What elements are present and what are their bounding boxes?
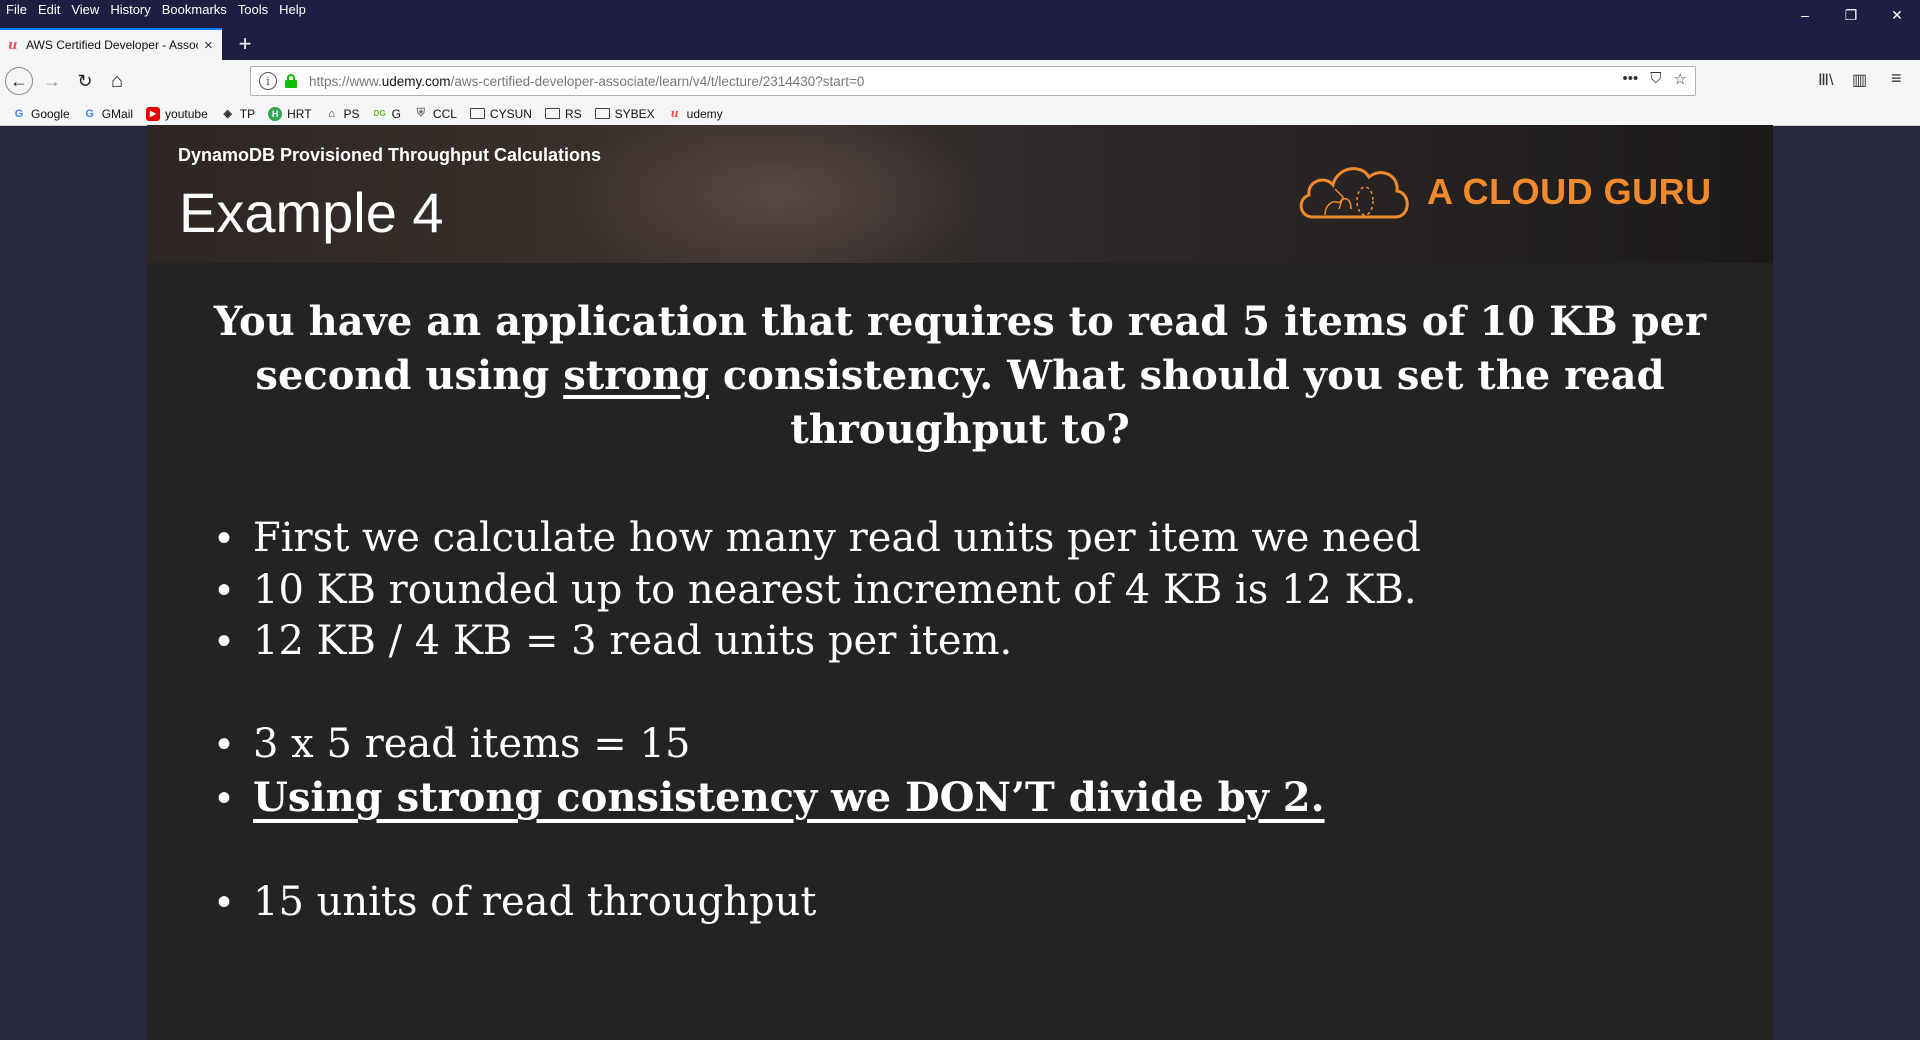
bookmark-ps[interactable]: ⌂ PS xyxy=(325,107,359,121)
bookmarks-toolbar: G Google G GMail ▶ youtube ◈ TP H HRT ⌂ PS DG G… xyxy=(0,102,1920,126)
folder-icon xyxy=(594,108,610,119)
url-text[interactable]: https://www.udemy.com/aws-certified-deve… xyxy=(309,74,864,89)
google-icon: G xyxy=(85,107,94,120)
udemy-favicon-icon: u xyxy=(8,37,18,53)
back-button[interactable]: ← xyxy=(5,67,33,95)
slide-question: You have an application that requires to… xyxy=(147,295,1773,457)
window-controls: – ❐ ✕ xyxy=(1782,0,1920,30)
menu-hamburger-icon[interactable]: ≡ xyxy=(1891,68,1902,89)
close-window-button[interactable]: ✕ xyxy=(1874,0,1920,30)
bullet-dot: • xyxy=(217,568,232,612)
restore-button[interactable]: ❐ xyxy=(1828,0,1874,30)
menu-history[interactable]: History xyxy=(110,2,150,17)
a-cloud-guru-logo: A CLOUD GURU xyxy=(1295,159,1712,225)
ps-icon: ⌂ xyxy=(328,107,335,120)
forward-button[interactable]: → xyxy=(38,67,66,95)
menu-help[interactable]: Help xyxy=(279,2,306,17)
bookmark-folder-cysun[interactable]: CYSUN xyxy=(469,107,532,121)
bullet-item: • 10 KB rounded up to nearest increment o… xyxy=(217,567,1417,613)
bookmark-star-icon[interactable]: ☆ xyxy=(1674,70,1687,88)
dg-icon: DG xyxy=(373,109,386,118)
video-player[interactable]: DynamoDB Provisioned Throughput Calculat… xyxy=(147,125,1773,1040)
question-strong-word: strong xyxy=(563,352,709,399)
navigation-toolbar: ← → ↻ ⌂ i https://www.udemy.com/aws-cert… xyxy=(0,60,1920,102)
folder-icon xyxy=(469,108,485,119)
bullet-item: • 12 KB / 4 KB = 3 read units per item. xyxy=(217,618,1013,664)
slide-header: DynamoDB Provisioned Throughput Calculat… xyxy=(147,125,1773,263)
hrt-icon: H xyxy=(268,106,283,121)
url-bar[interactable]: i https://www.udemy.com/aws-certified-de… xyxy=(250,66,1696,96)
minimize-button[interactable]: – xyxy=(1782,0,1828,30)
bookmark-hrt[interactable]: H HRT xyxy=(268,106,312,121)
menu-tools[interactable]: Tools xyxy=(238,2,268,17)
bullet-dot: • xyxy=(217,880,232,924)
bookmark-folder-sybex[interactable]: SYBEX xyxy=(594,107,655,121)
info-icon[interactable]: i xyxy=(259,72,277,90)
slide-subtitle: DynamoDB Provisioned Throughput Calculat… xyxy=(178,145,602,165)
bullet-item: • First we calculate how many read units … xyxy=(217,515,1421,561)
bullet-item: • 15 units of read throughput xyxy=(217,879,817,925)
tp-icon: ◈ xyxy=(223,108,232,120)
url-domain: udemy.com xyxy=(381,73,451,89)
menu-bookmarks[interactable]: Bookmarks xyxy=(162,2,227,17)
tab-strip: u AWS Certified Developer - Associate × … xyxy=(0,28,1920,60)
presenter-background xyxy=(567,125,987,263)
url-path: /aws-certified-developer-associate/learn… xyxy=(450,73,865,89)
menu-bar: File Edit View History Bookmarks Tools H… xyxy=(6,2,317,17)
bookmark-ccl[interactable]: ⛨ CCL xyxy=(414,107,457,121)
bullet-item: • 3 x 5 read items = 15 xyxy=(217,721,691,767)
bookmark-g[interactable]: DG G xyxy=(373,107,401,121)
library-icon[interactable]: Ⅲ\ xyxy=(1818,70,1833,90)
page-actions-icon[interactable]: ••• xyxy=(1623,70,1639,88)
bullet-dot: • xyxy=(217,516,232,560)
google-icon: G xyxy=(14,107,24,120)
sidebar-icon[interactable]: ▥ xyxy=(1852,70,1867,90)
url-prefix: https://www. xyxy=(309,73,382,89)
slide-title: Example 4 xyxy=(179,181,444,244)
reload-button[interactable]: ↻ xyxy=(71,67,99,95)
folder-icon xyxy=(544,108,560,119)
home-button[interactable]: ⌂ xyxy=(103,67,131,95)
menu-view[interactable]: View xyxy=(71,2,99,17)
menu-file[interactable]: File xyxy=(6,2,27,17)
youtube-icon: ▶ xyxy=(146,106,161,121)
bookmark-google[interactable]: G Google xyxy=(12,107,70,121)
question-text-end: consistency. What should you set the rea… xyxy=(709,352,1665,453)
logo-text: A CLOUD GURU xyxy=(1427,171,1712,212)
menu-edit[interactable]: Edit xyxy=(38,2,60,17)
bullet-dot: • xyxy=(217,776,232,820)
bookmark-youtube[interactable]: ▶ youtube xyxy=(146,106,208,121)
lock-icon[interactable] xyxy=(285,74,297,88)
tab-title: AWS Certified Developer - Associate xyxy=(26,38,198,52)
ccl-icon: ⛨ xyxy=(416,107,426,119)
new-tab-button[interactable]: + xyxy=(232,30,258,58)
pocket-icon[interactable]: ⛉ xyxy=(1650,70,1661,88)
bookmark-folder-rs[interactable]: RS xyxy=(544,107,582,121)
bullet-item-emphasis: • Using strong consistency we DON’T divid… xyxy=(217,774,1325,821)
cloud-logo-icon xyxy=(1299,167,1409,219)
udemy-icon: u xyxy=(670,107,679,120)
tab-active[interactable]: u AWS Certified Developer - Associate × xyxy=(0,28,222,60)
url-actions: ••• ⛉ ☆ xyxy=(1623,70,1687,88)
tab-close-icon[interactable]: × xyxy=(204,37,213,54)
bookmark-tp[interactable]: ◈ TP xyxy=(221,107,256,121)
bookmark-gmail[interactable]: G GMail xyxy=(83,107,133,121)
bullet-dot: • xyxy=(217,722,232,766)
bookmark-udemy[interactable]: u udemy xyxy=(668,107,723,121)
bullet-dot: • xyxy=(217,619,232,663)
